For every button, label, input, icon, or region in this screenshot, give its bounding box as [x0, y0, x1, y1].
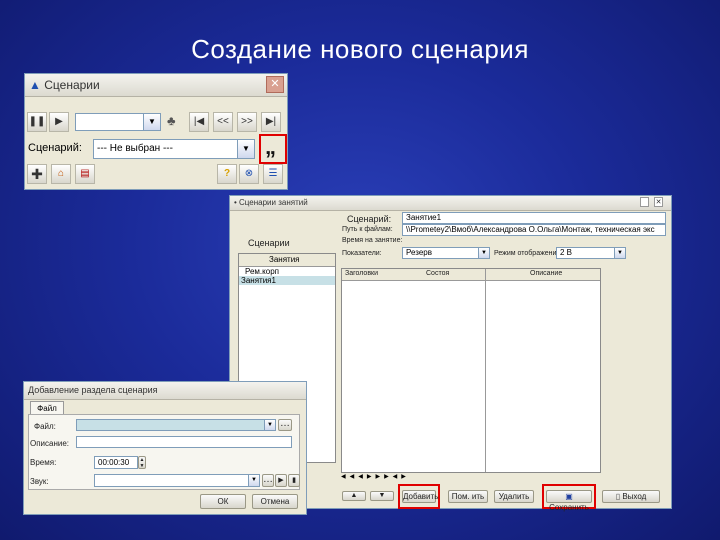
path-field[interactable]: \\Prometey2\Вмоб\Александрова О.Ольга\Мо…	[402, 224, 666, 236]
door-icon: ▯	[615, 492, 621, 501]
chevron-down-icon: ▼	[614, 248, 625, 258]
play-button[interactable]: ▶	[49, 112, 69, 132]
document-icon[interactable]: ▤	[75, 164, 95, 184]
scenario-select[interactable]: --- Не выбран --- ▼	[93, 139, 255, 159]
close-button[interactable]: ✕	[654, 197, 663, 207]
bell-icon[interactable]: ♣	[167, 113, 176, 128]
path-label: Путь к файлам:	[342, 226, 393, 233]
exit-button[interactable]: ▯ Выход	[602, 490, 660, 503]
sound-label: Звук:	[30, 477, 49, 486]
duration-label: Время на занятие:	[342, 237, 403, 244]
tree-header: Занятия	[239, 254, 335, 267]
description-field[interactable]	[76, 436, 292, 448]
mode-value: 2 В	[560, 248, 573, 257]
last-button[interactable]: ▶|	[261, 112, 281, 132]
stop-sound-button[interactable]: ▮	[288, 474, 300, 487]
condition-label: Показатели:	[342, 250, 382, 257]
pause-button[interactable]: ❚❚	[27, 112, 47, 132]
forward-button[interactable]: >>	[237, 112, 257, 132]
quote-button[interactable]: „	[265, 134, 276, 160]
add-button[interactable]: Добавить	[402, 490, 438, 503]
path-value: \\Prometey2\Вмоб\Александрова О.Ольга\Мо…	[406, 225, 655, 234]
time-label: Время:	[30, 458, 57, 467]
home-icon[interactable]: ⌂	[51, 164, 71, 184]
tree-item[interactable]: Рем.корп	[239, 267, 335, 276]
slide-title: Создание нового сценария	[191, 34, 529, 64]
lessons-window-titlebar: • Сценарии занятий ✕	[230, 196, 671, 211]
file-select[interactable]: ▼	[76, 419, 276, 431]
grid-navigator[interactable]: ◀◀◀▶▶▶◀▶	[341, 473, 441, 483]
track-select[interactable]: ▼	[75, 113, 161, 131]
rewind-button[interactable]: <<	[213, 112, 233, 132]
cancel-button[interactable]: Отмена	[252, 494, 298, 509]
time-field[interactable]: 00:00:30	[94, 456, 138, 469]
tab-file-label: Файл	[37, 404, 57, 413]
sound-select[interactable]: ▼	[94, 474, 260, 487]
condition-select[interactable]: Резерв ▼	[402, 247, 490, 259]
add-icon[interactable]: ✚	[27, 164, 47, 184]
time-spinner[interactable]: ▲ ▼	[138, 456, 146, 469]
tree-item-selected[interactable]: Занятия1	[239, 276, 335, 285]
ok-button[interactable]: ОК	[200, 494, 246, 509]
column-title: Заголовки	[345, 270, 379, 277]
chevron-down-icon: ▼	[237, 140, 254, 158]
tab-file[interactable]: Файл	[30, 401, 64, 414]
edit-icon[interactable]: ☰	[263, 164, 283, 184]
condition-value: Резерв	[406, 248, 432, 257]
mode-label: Режим отображения:	[494, 250, 563, 257]
lessons-window-title: • Сценарии занятий	[234, 198, 308, 207]
dialog-titlebar: Добавление раздела сценария	[24, 382, 306, 400]
column-state: Состоя	[426, 270, 450, 277]
cancel-icon[interactable]: ⊗	[239, 164, 259, 184]
scenario-window-titlebar: ▲ Сценарии ✕	[25, 74, 287, 97]
browse-sound-button[interactable]: …	[262, 474, 274, 487]
chevron-down-icon: ▼	[143, 114, 160, 130]
scenario-window-title: Сценарии	[44, 78, 100, 92]
mode-select[interactable]: 2 В ▼	[556, 247, 626, 259]
chevron-down-icon: ▼	[264, 420, 275, 430]
save-button-label: Сохранить	[549, 503, 589, 512]
minimize-button[interactable]	[640, 197, 649, 207]
add-section-dialog: Добавление раздела сценария Файл Файл: ▼…	[23, 381, 307, 515]
section-label: Сценарии	[248, 238, 290, 248]
file-label: Файл:	[34, 422, 56, 431]
dialog-title: Добавление раздела сценария	[28, 385, 158, 395]
chevron-down-icon: ▼	[248, 475, 259, 486]
scenario-window: ▲ Сценарии ✕ ❚❚ ▶ ▼ ♣ |◀ << >> ▶| Сценар…	[24, 73, 288, 190]
column-description: Описание	[530, 270, 563, 277]
move-up-button[interactable]: ▲	[342, 491, 366, 501]
scenario-name-value: Занятие1	[406, 213, 442, 222]
scenario-name-field[interactable]: Занятие1	[402, 212, 666, 224]
move-down-button[interactable]: ▼	[370, 491, 394, 501]
column-divider	[485, 269, 486, 472]
chevron-down-icon: ▼	[478, 248, 489, 258]
first-button[interactable]: |◀	[189, 112, 209, 132]
scenario-select-value: --- Не выбран ---	[97, 143, 173, 154]
play-sound-button[interactable]: ▶	[275, 474, 287, 487]
scenario-label: Сценарий:	[347, 214, 392, 224]
time-value: 00:00:30	[98, 458, 130, 467]
browse-file-button[interactable]: …	[278, 419, 292, 431]
edit-button[interactable]: Пом. ить	[448, 490, 488, 503]
warning-icon: ▲	[29, 78, 41, 92]
save-button[interactable]: ▣ Сохранить	[546, 490, 592, 512]
description-label: Описание:	[30, 439, 70, 448]
scenario-label: Сценарий:	[28, 142, 82, 154]
close-button[interactable]: ✕	[266, 76, 284, 93]
sections-grid[interactable]: Заголовки Состоя Описание	[341, 268, 601, 473]
floppy-icon: ▣	[565, 492, 573, 501]
delete-button[interactable]: Удалить	[494, 490, 534, 503]
media-toolbar: ❚❚ ▶ ▼ ♣ |◀ << >> ▶|	[27, 112, 285, 134]
exit-button-label: Выход	[622, 492, 647, 501]
help-icon[interactable]: ?	[217, 164, 237, 184]
